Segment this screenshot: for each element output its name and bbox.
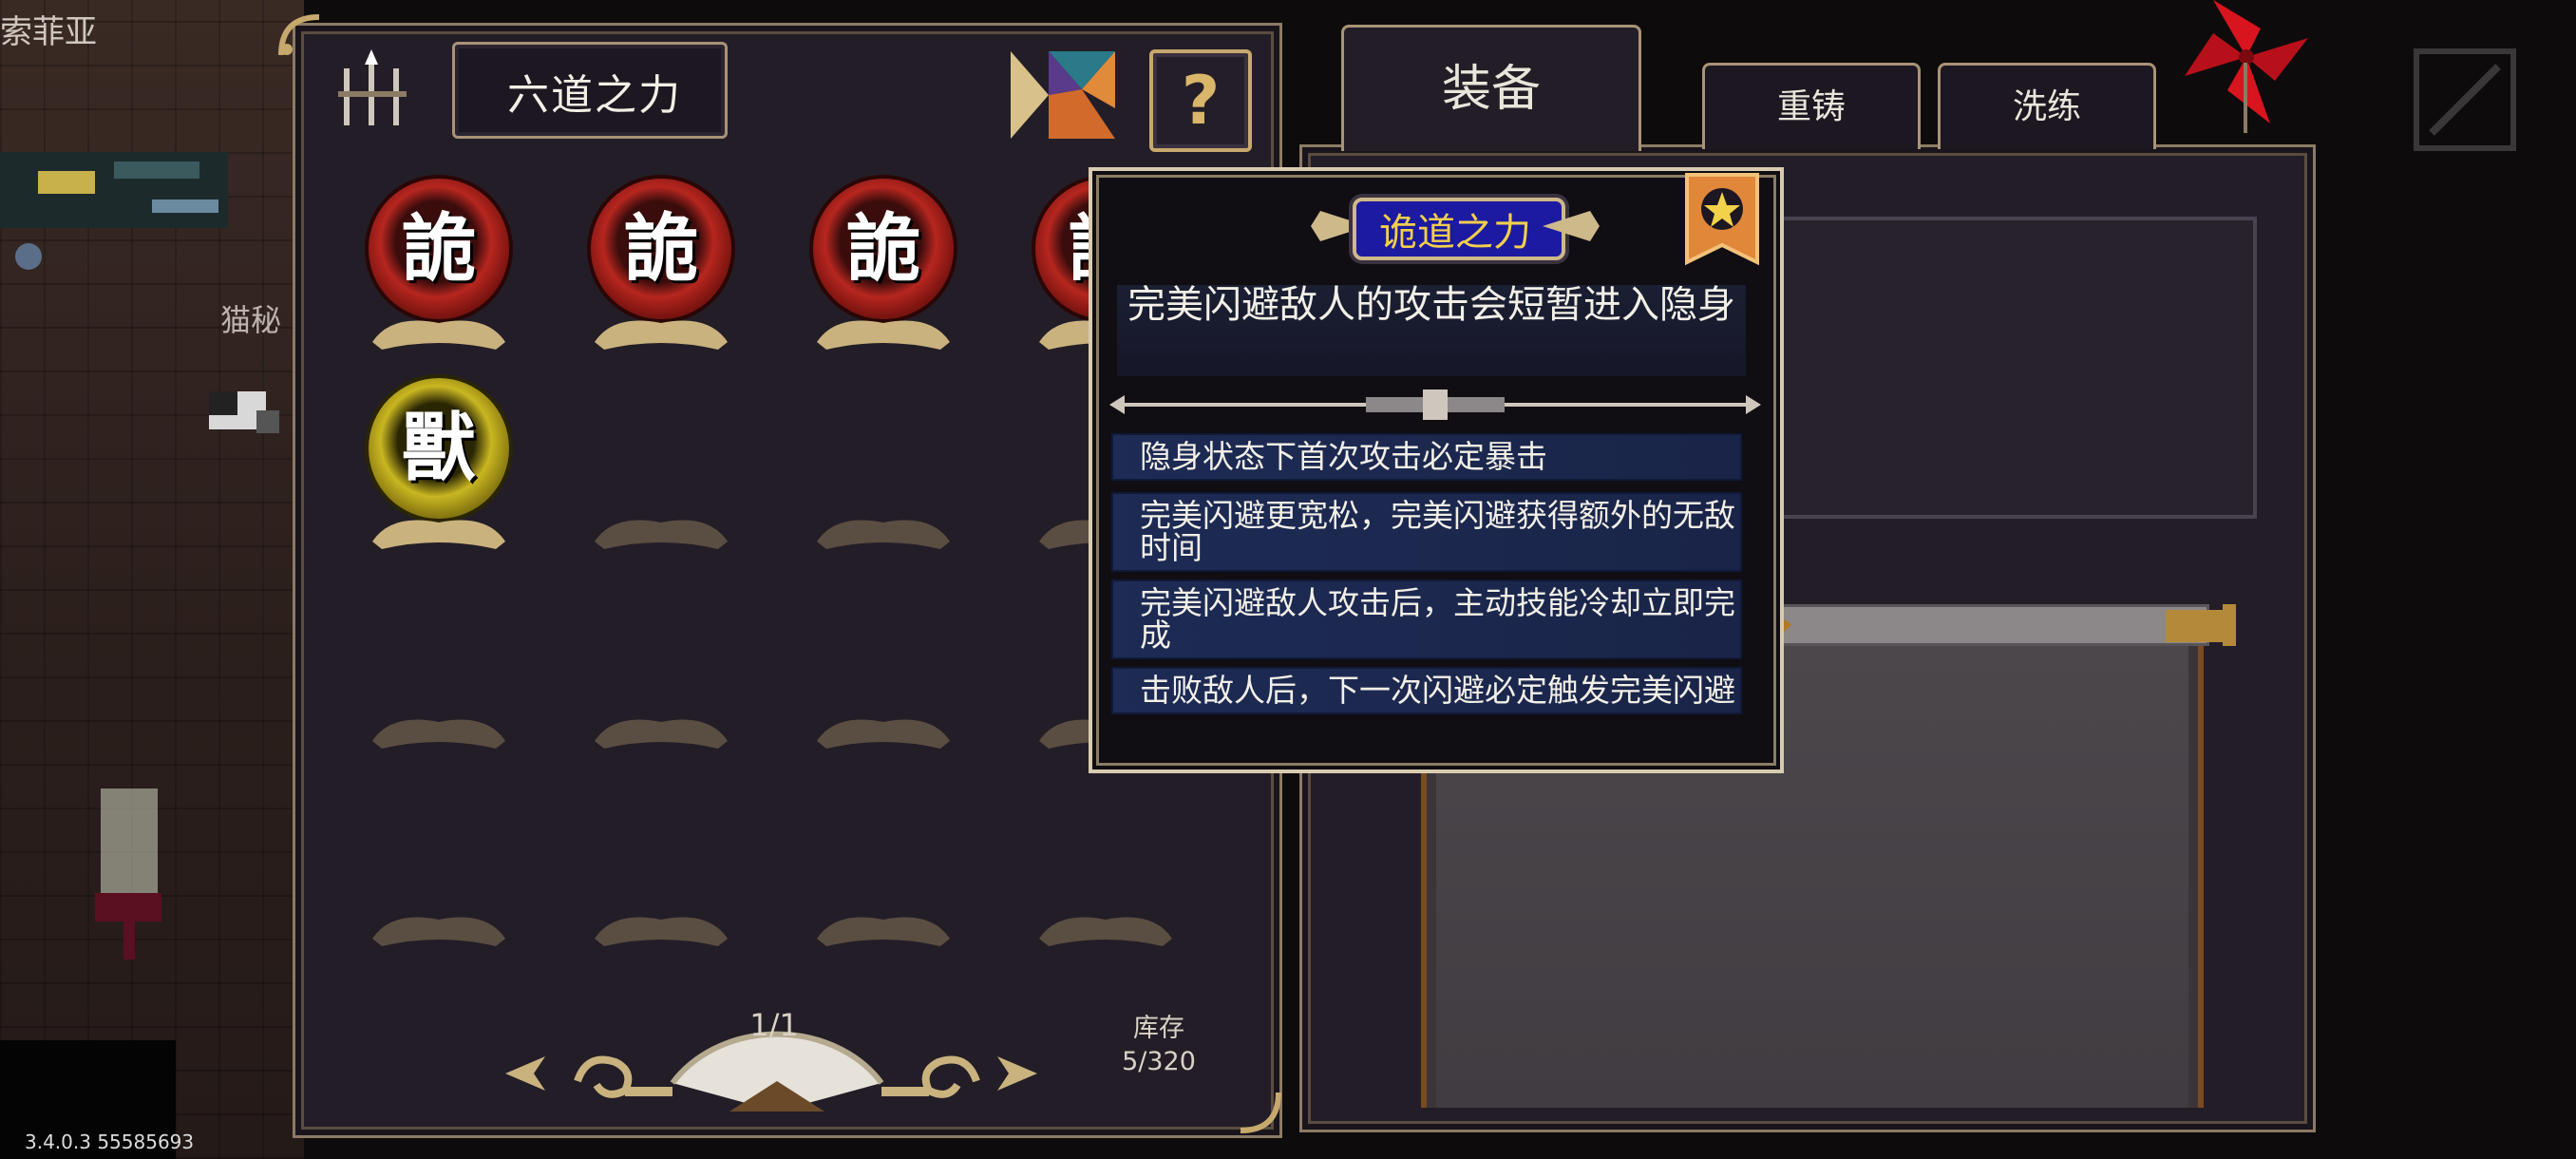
orb-character: 詭 [845,206,920,292]
orb-slot[interactable]: 詭 [578,179,739,359]
tangram-icon[interactable] [1011,51,1115,139]
orb-stand-icon [595,320,728,350]
next-page-arrow-icon[interactable] [994,1053,1041,1094]
trident-icon [338,49,407,125]
cat-npc-icon [209,391,279,433]
chair-icon [95,788,161,960]
orb-character: 詭 [401,206,476,292]
corner-ornament-icon [278,14,320,56]
orb-character: 獸 [401,406,476,491]
help-button[interactable]: ? [1149,49,1252,152]
tab-equip[interactable]: 装备 [1341,25,1641,151]
empty-slot-stand-icon[interactable] [1030,901,1182,950]
corner-ornament-icon [1240,1092,1281,1133]
orb-stand-icon [817,320,950,350]
player-name: 索菲亚 [0,13,97,51]
orb-stand-icon [372,520,505,549]
previous-page-arrow-icon[interactable] [502,1053,549,1094]
panel-title: 六道之力 [507,71,682,120]
close-pinwheel-icon[interactable] [2185,0,2308,133]
storage-label: 库存 [1133,1014,1184,1043]
orb-stand-icon [372,320,505,350]
effect-line: 完美闪避敌人攻击后，主动技能冷却立即完成 [1111,580,1742,659]
weapon-slot-icon [2414,48,2516,151]
orb-slot[interactable]: 獸 [355,378,517,559]
scroll-rod-ornament-icon [1710,604,2236,646]
page-indicator: 1/1 [749,1007,799,1043]
tab-reforge[interactable]: 重铸 [1702,63,1921,149]
tab-refine[interactable]: 洗练 [1938,63,2156,149]
character-preview-frame [1769,217,2257,519]
empty-slot-stand-icon[interactable] [363,703,515,752]
orb-slot[interactable]: 詭 [355,179,517,359]
star-badge-icon [1685,173,1759,266]
effect-line: 击败敌人后，下一次闪避必定触发完美闪避 [1111,667,1742,714]
orb-slot[interactable]: 詭 [800,179,961,359]
scroll-ornament-icon [881,1055,980,1098]
empty-slot-stand-icon[interactable] [585,703,737,752]
weapon-rack-icon [0,152,228,270]
npc-name: 猫秘 [220,302,282,338]
empty-slot-stand-icon[interactable] [585,504,737,553]
storage-count: 5/320 [1122,1047,1196,1076]
ornamental-divider-icon [1109,390,1761,420]
orb-character: 詭 [623,206,698,292]
empty-slot-stand-icon[interactable] [807,703,959,752]
tooltip-title: 诡道之力 [1379,211,1531,255]
empty-slot-stand-icon[interactable] [363,901,515,950]
version-label: 3.4.0.3 55585693 [25,1130,195,1153]
tooltip-description: 完美闪避敌人的攻击会短暂进入隐身 [1117,285,1746,376]
empty-slot-stand-icon[interactable] [585,901,737,950]
empty-slot-stand-icon[interactable] [807,504,959,553]
effect-line: 隐身状态下首次攻击必定暴击 [1111,433,1742,481]
effect-line: 完美闪避更宽松，完美闪避获得额外的无敌时间 [1111,492,1742,572]
empty-slot-stand-icon[interactable] [807,901,959,950]
